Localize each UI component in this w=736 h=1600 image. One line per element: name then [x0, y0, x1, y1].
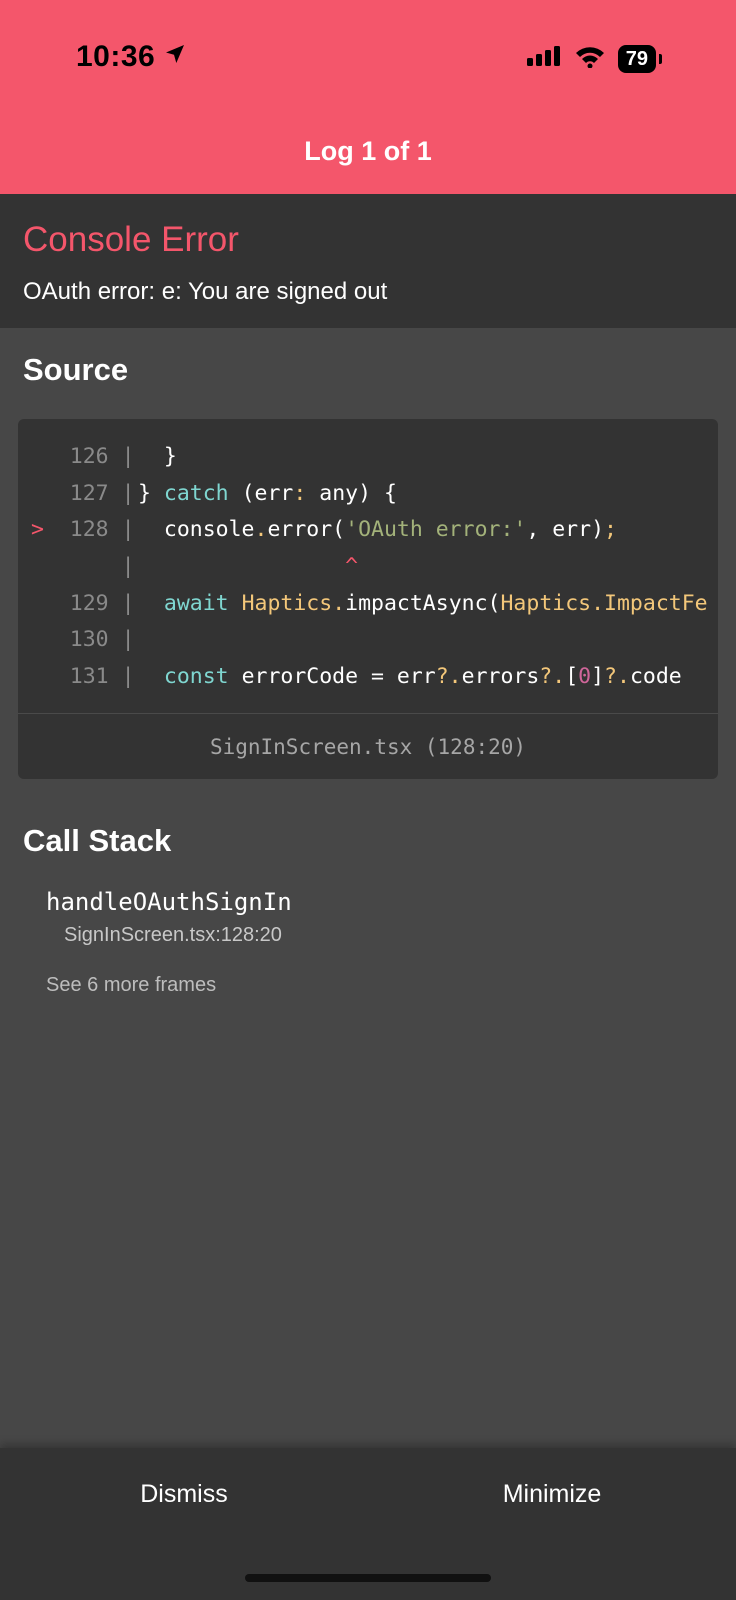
code-token: ?.	[604, 664, 630, 690]
code-token: :	[293, 480, 307, 506]
code-token: 0	[578, 664, 592, 690]
code-token: impactAsync(	[345, 590, 501, 616]
code-token: const	[163, 664, 229, 690]
code-frame: 126 | } 127 |} catch (err: any) { > 128 …	[18, 419, 718, 779]
error-line-marker	[18, 627, 57, 652]
code-line: 131 | const errorCode = err?.errors?.[0]…	[18, 659, 718, 696]
source-section-title: Source	[23, 352, 129, 387]
line-number-gutter: 127 |	[18, 476, 138, 513]
code-line: > 128 | console.error('OAuth error:', er…	[18, 512, 718, 549]
code-token: Haptics	[241, 590, 333, 616]
code-line: 129 | await Haptics.impactAsync(Haptics.…	[18, 586, 718, 623]
error-title: Console Error	[23, 220, 239, 259]
error-line-marker: >	[18, 517, 57, 543]
code-token: [	[565, 664, 579, 690]
line-number-gutter: 131 |	[18, 659, 138, 696]
code-text: ^	[138, 549, 358, 586]
wifi-icon	[574, 44, 606, 73]
line-number-gutter: > 128 |	[18, 512, 138, 549]
status-bar-indicators: 79	[526, 44, 663, 73]
code-token: await	[163, 590, 229, 616]
line-number: 126	[56, 444, 122, 469]
gutter-separator: |	[121, 627, 135, 653]
code-token: error(	[267, 517, 346, 543]
clock-text: 10:36	[76, 40, 156, 73]
gutter-separator: |	[121, 517, 135, 543]
dismiss-button[interactable]: Dismiss	[0, 1448, 368, 1540]
error-line-marker	[18, 664, 57, 689]
code-line: 126 | }	[18, 439, 718, 476]
code-token: (err	[228, 480, 294, 506]
error-line-marker	[18, 444, 57, 469]
code-token: }	[138, 444, 177, 469]
gutter-separator: |	[121, 664, 135, 690]
code-token: console	[138, 517, 255, 543]
code-text: } catch (err: any) {	[138, 476, 397, 513]
code-text: const errorCode = err?.errors?.[0]?.code	[138, 659, 682, 696]
code-token: ;	[604, 517, 617, 543]
code-token: ImpactFe	[604, 590, 708, 616]
status-bar-time: 10:36	[76, 40, 187, 74]
code-token: .	[591, 590, 605, 616]
stack-frame-location: SignInScreen.tsx:128:20	[64, 924, 282, 946]
code-token: }	[138, 480, 164, 506]
battery-indicator: 79	[617, 44, 663, 73]
error-message: OAuth error: e: You are signed out	[23, 278, 388, 305]
cellular-signal-icon	[526, 44, 562, 73]
source-file-location[interactable]: SignInScreen.tsx (128:20)	[18, 713, 718, 779]
code-token: catch	[163, 480, 229, 506]
line-number: 130	[56, 627, 122, 653]
code-token: ?.	[435, 664, 462, 690]
line-number: 128	[56, 517, 122, 543]
code-line: 127 |} catch (err: any) {	[18, 476, 718, 513]
code-text: console.error('OAuth error:', err);	[138, 512, 617, 549]
call-stack-section-title: Call Stack	[23, 823, 172, 858]
code-token: ^	[138, 554, 359, 580]
code-text: }	[138, 439, 177, 476]
code-token: 'OAuth error:'	[345, 517, 527, 543]
error-line-marker	[18, 481, 57, 506]
error-line-marker	[18, 591, 57, 616]
error-line-marker	[18, 554, 57, 579]
stack-frame-function[interactable]: handleOAuthSignIn	[46, 888, 292, 916]
line-number: 129	[56, 590, 122, 616]
code-token: code	[629, 664, 682, 690]
code-token: .	[332, 590, 346, 616]
code-token: , err)	[526, 517, 605, 543]
log-counter-title: Log 1 of 1	[304, 136, 432, 166]
code-token: errorCode = err	[228, 664, 436, 690]
minimize-button[interactable]: Minimize	[368, 1448, 736, 1540]
gutter-separator: |	[121, 444, 135, 469]
line-number: 127	[56, 480, 122, 506]
line-number-gutter: 130 |	[18, 622, 138, 659]
line-number: 131	[56, 664, 122, 690]
line-number-gutter: |	[18, 549, 138, 586]
code-token: .	[254, 517, 268, 543]
gutter-separator: |	[121, 480, 135, 506]
error-banner: Console Error OAuth error: e: You are si…	[0, 194, 736, 328]
location-arrow-icon	[163, 40, 187, 74]
code-token: ]	[591, 664, 605, 690]
line-number-gutter: 129 |	[18, 586, 138, 623]
code-line: 130 |	[18, 622, 718, 659]
see-more-frames-link[interactable]: See 6 more frames	[46, 974, 216, 997]
line-number	[57, 554, 122, 579]
gutter-separator: |	[121, 590, 135, 616]
code-token: any) {	[306, 480, 397, 506]
code-lines: 126 | } 127 |} catch (err: any) { > 128 …	[18, 439, 718, 696]
home-indicator[interactable]	[245, 1574, 491, 1582]
bottom-action-bar: Dismiss Minimize	[0, 1448, 736, 1600]
code-token: errors	[461, 664, 540, 690]
code-token: Haptics	[500, 590, 592, 616]
gutter-separator: |	[121, 554, 135, 580]
code-token: ?.	[539, 664, 566, 690]
code-text: await Haptics.impactAsync(Haptics.Impact…	[138, 586, 708, 623]
line-number-gutter: 126 |	[18, 439, 138, 476]
header: 10:36 79 Log 1 of 1	[0, 0, 736, 194]
code-line: | ^	[18, 549, 718, 586]
